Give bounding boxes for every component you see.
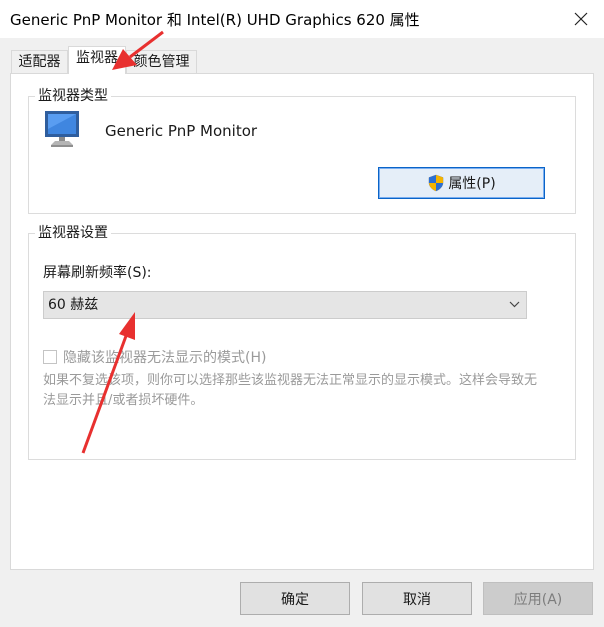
monitor-icon [45, 111, 79, 147]
hide-modes-description: 如果不复选该项，则你可以选择那些该监视器无法正常显示的显示模式。这样会导致无法显… [43, 373, 538, 408]
apply-button-label: 应用(A) [513, 591, 563, 608]
monitor-name: Generic PnP Monitor [105, 122, 258, 140]
ok-button[interactable]: 确定 [240, 582, 350, 615]
chevron-down-icon [509, 301, 520, 308]
uac-shield-icon [427, 174, 445, 192]
ok-button-label: 确定 [281, 591, 309, 608]
hide-modes-checkbox-row: 隐藏该监视器无法显示的模式(H) [43, 347, 266, 367]
properties-dialog: Generic PnP Monitor 和 Intel(R) UHD Graph… [0, 0, 604, 627]
tab-adapter-label: 适配器 [18, 54, 61, 70]
monitor-tab-panel: 监视器类型 Generic PnP Monitor 属性(P) 监视器设置 屏幕… [10, 73, 594, 570]
refresh-rate-dropdown[interactable]: 60 赫兹 [43, 291, 527, 319]
close-icon [574, 12, 588, 26]
monitor-type-group: 监视器类型 Generic PnP Monitor 属性(P) [28, 86, 576, 214]
apply-button: 应用(A) [483, 582, 593, 615]
monitor-type-group-title: 监视器类型 [35, 86, 111, 106]
tab-color-management-label: 颜色管理 [133, 54, 190, 70]
window-title: Generic PnP Monitor 和 Intel(R) UHD Graph… [10, 11, 420, 29]
monitor-settings-group-title: 监视器设置 [35, 223, 111, 243]
hide-modes-checkbox [43, 350, 57, 364]
tab-adapter[interactable]: 适配器 [11, 50, 68, 74]
refresh-rate-label: 屏幕刷新频率(S): [43, 265, 152, 281]
tab-monitor-label: 监视器 [76, 50, 118, 66]
title-bar: Generic PnP Monitor 和 Intel(R) UHD Graph… [0, 0, 604, 38]
monitor-properties-button[interactable]: 属性(P) [378, 167, 545, 199]
tab-color-management[interactable]: 颜色管理 [126, 50, 197, 74]
cancel-button[interactable]: 取消 [362, 582, 472, 615]
tab-monitor[interactable]: 监视器 [68, 46, 126, 74]
close-button[interactable] [558, 0, 604, 38]
properties-button-label: 属性(P) [448, 176, 496, 192]
cancel-button-label: 取消 [403, 591, 431, 608]
hide-modes-label: 隐藏该监视器无法显示的模式(H) [63, 350, 267, 366]
refresh-rate-value: 60 赫兹 [48, 297, 99, 313]
